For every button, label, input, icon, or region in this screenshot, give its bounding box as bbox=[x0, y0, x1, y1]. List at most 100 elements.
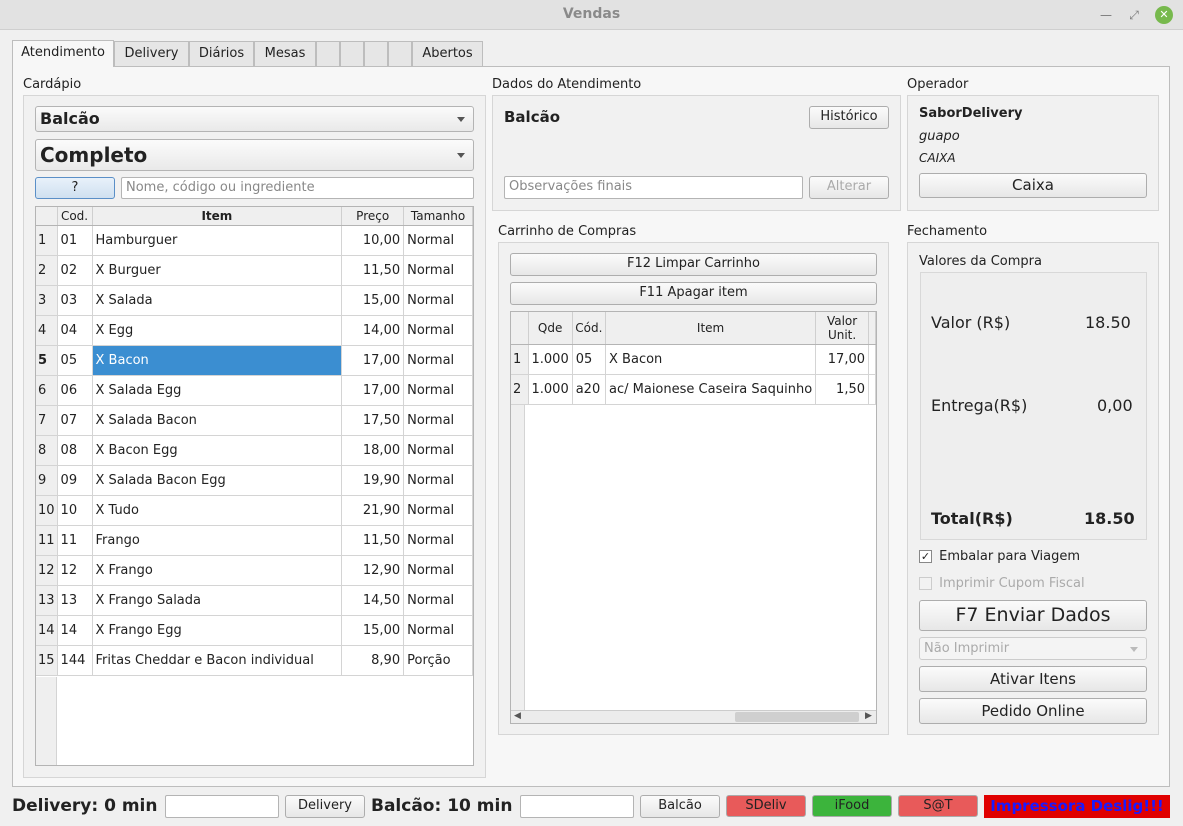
row-number[interactable]: 13 bbox=[36, 585, 58, 616]
cell-tamanho[interactable]: Normal bbox=[403, 285, 473, 316]
table-row[interactable]: 2 02 X Burguer 11,50 Normal bbox=[36, 255, 473, 286]
cell-cod[interactable]: 05 bbox=[572, 344, 607, 375]
cell-item[interactable]: X Frango Salada bbox=[92, 585, 343, 616]
table-row[interactable]: 12 12 X Frango 12,90 Normal bbox=[36, 555, 473, 586]
tab-empty-2[interactable] bbox=[340, 41, 364, 67]
tab-abertos[interactable]: Abertos bbox=[412, 41, 483, 67]
tab-mesas[interactable]: Mesas bbox=[254, 41, 316, 67]
cell-tamanho[interactable]: Normal bbox=[403, 345, 473, 376]
cell-cod[interactable]: 04 bbox=[57, 315, 93, 346]
cell-preco[interactable]: 17,50 bbox=[341, 405, 405, 436]
cell-item[interactable]: X Bacon Egg bbox=[92, 435, 343, 466]
caixa-button[interactable]: Caixa bbox=[919, 173, 1147, 198]
cell-cod[interactable]: 09 bbox=[57, 465, 93, 496]
cell-item[interactable]: X Salada Bacon bbox=[92, 405, 343, 436]
local-select[interactable]: Balcão bbox=[35, 106, 474, 132]
limpar-carrinho-button[interactable]: F12 Limpar Carrinho bbox=[510, 253, 877, 276]
cell-preco[interactable]: 10,00 bbox=[341, 225, 405, 256]
row-number[interactable]: 2 bbox=[36, 255, 58, 286]
table-row[interactable]: 13 13 X Frango Salada 14,50 Normal bbox=[36, 585, 473, 616]
cell-preco[interactable]: 18,00 bbox=[341, 435, 405, 466]
scroll-left-icon[interactable]: ◀ bbox=[514, 711, 521, 721]
cardapio-type-select[interactable]: Completo bbox=[35, 139, 474, 171]
cell-preco[interactable]: 11,50 bbox=[341, 255, 405, 286]
cell-valor[interactable]: 17,00 bbox=[815, 344, 869, 375]
sdeliv-button[interactable]: SDeliv bbox=[726, 795, 806, 817]
cell-cod[interactable]: 13 bbox=[57, 585, 93, 616]
cell-cod[interactable]: 08 bbox=[57, 435, 93, 466]
cell-item[interactable]: X Frango bbox=[92, 555, 343, 586]
table-row[interactable]: 11 11 Frango 11,50 Normal bbox=[36, 525, 473, 556]
cupom-checkbox[interactable] bbox=[919, 577, 932, 590]
cell-cod[interactable]: 02 bbox=[57, 255, 93, 286]
row-number[interactable]: 6 bbox=[36, 375, 58, 406]
table-row[interactable]: 2 1.000 a20 ac/ Maionese Caseira Saquinho 1,… bbox=[511, 374, 876, 405]
cell-tamanho[interactable]: Porção bbox=[403, 645, 473, 676]
cell-tamanho[interactable]: Normal bbox=[403, 435, 473, 466]
cell-preco[interactable]: 8,90 bbox=[341, 645, 405, 676]
table-row[interactable]: 6 06 X Salada Egg 17,00 Normal bbox=[36, 375, 473, 406]
cell-item[interactable]: X Salada Egg bbox=[92, 375, 343, 406]
cell-preco[interactable]: 15,00 bbox=[341, 285, 405, 316]
cell-cod[interactable]: 12 bbox=[57, 555, 93, 586]
cell-cod[interactable]: 11 bbox=[57, 525, 93, 556]
balcao-button[interactable]: Balcão bbox=[640, 795, 720, 818]
cell-item[interactable]: X Salada bbox=[92, 285, 343, 316]
cell-cod[interactable]: 03 bbox=[57, 285, 93, 316]
ativar-itens-button[interactable]: Ativar Itens bbox=[919, 666, 1147, 692]
cell-preco[interactable]: 19,90 bbox=[341, 465, 405, 496]
row-number[interactable]: 8 bbox=[36, 435, 58, 466]
row-number[interactable]: 5 bbox=[36, 345, 58, 376]
cell-preco[interactable]: 21,90 bbox=[341, 495, 405, 526]
cell-item[interactable]: Fritas Cheddar e Bacon individual bbox=[92, 645, 343, 676]
cell-tamanho[interactable]: Normal bbox=[403, 525, 473, 556]
table-row[interactable]: 3 03 X Salada 15,00 Normal bbox=[36, 285, 473, 316]
row-number[interactable]: 1 bbox=[36, 225, 58, 256]
cell-tamanho[interactable]: Normal bbox=[403, 255, 473, 286]
table-row[interactable]: 4 04 X Egg 14,00 Normal bbox=[36, 315, 473, 346]
cell-cod[interactable]: 05 bbox=[57, 345, 93, 376]
cell-preco[interactable]: 17,00 bbox=[341, 375, 405, 406]
cell-cod[interactable]: 06 bbox=[57, 375, 93, 406]
col-item[interactable]: Item bbox=[605, 312, 817, 345]
col-qde[interactable]: Qde bbox=[528, 312, 573, 345]
tab-empty-1[interactable] bbox=[316, 41, 340, 67]
scroll-right-icon[interactable]: ▶ bbox=[865, 711, 872, 721]
carrinho-table[interactable]: Qde Cód. Item Valor Unit. 1 1.000 05 X Baco… bbox=[510, 311, 877, 724]
scrollbar-thumb[interactable] bbox=[735, 712, 859, 722]
row-number[interactable]: 3 bbox=[36, 285, 58, 316]
balcao-time-input[interactable] bbox=[520, 795, 634, 818]
table-row[interactable]: 9 09 X Salada Bacon Egg 19,90 Normal bbox=[36, 465, 473, 496]
minimize-icon[interactable]: — bbox=[1097, 6, 1115, 24]
cell-item[interactable]: X Bacon bbox=[605, 344, 817, 375]
cell-tamanho[interactable]: Normal bbox=[403, 405, 473, 436]
cell-item[interactable]: X Egg bbox=[92, 315, 343, 346]
col-valor-unit[interactable]: Valor Unit. bbox=[815, 312, 869, 345]
sat-button[interactable]: S@T bbox=[898, 795, 978, 817]
row-number[interactable]: 14 bbox=[36, 615, 58, 646]
table-row[interactable]: 15 144 Fritas Cheddar e Bacon individual 8,… bbox=[36, 645, 473, 676]
row-number[interactable]: 2 bbox=[511, 374, 529, 405]
cell-item[interactable]: X Frango Egg bbox=[92, 615, 343, 646]
cell-tamanho[interactable]: Normal bbox=[403, 495, 473, 526]
table-row[interactable]: 7 07 X Salada Bacon 17,50 Normal bbox=[36, 405, 473, 436]
row-number[interactable]: 9 bbox=[36, 465, 58, 496]
row-number[interactable]: 12 bbox=[36, 555, 58, 586]
table-row[interactable]: 5 05 X Bacon 17,00 Normal bbox=[36, 345, 473, 376]
cell-tamanho[interactable]: Normal bbox=[403, 555, 473, 586]
cell-item[interactable]: X Burguer bbox=[92, 255, 343, 286]
table-row[interactable]: 8 08 X Bacon Egg 18,00 Normal bbox=[36, 435, 473, 466]
cell-item[interactable]: ac/ Maionese Caseira Saquinho bbox=[605, 374, 817, 405]
cell-item[interactable]: X Tudo bbox=[92, 495, 343, 526]
col-preco[interactable]: Preço bbox=[341, 207, 405, 226]
cell-item[interactable]: Hamburguer bbox=[92, 225, 343, 256]
horizontal-scrollbar[interactable]: ◀ ▶ bbox=[511, 710, 876, 723]
pedido-online-button[interactable]: Pedido Online bbox=[919, 698, 1147, 724]
table-row[interactable]: 10 10 X Tudo 21,90 Normal bbox=[36, 495, 473, 526]
cell-extra[interactable] bbox=[868, 344, 876, 375]
tab-atendimento[interactable]: Atendimento bbox=[12, 40, 114, 67]
embalar-checkbox[interactable]: ✓ bbox=[919, 550, 932, 563]
cell-item[interactable]: Frango bbox=[92, 525, 343, 556]
cell-tamanho[interactable]: Normal bbox=[403, 585, 473, 616]
cell-cod[interactable]: 144 bbox=[57, 645, 93, 676]
